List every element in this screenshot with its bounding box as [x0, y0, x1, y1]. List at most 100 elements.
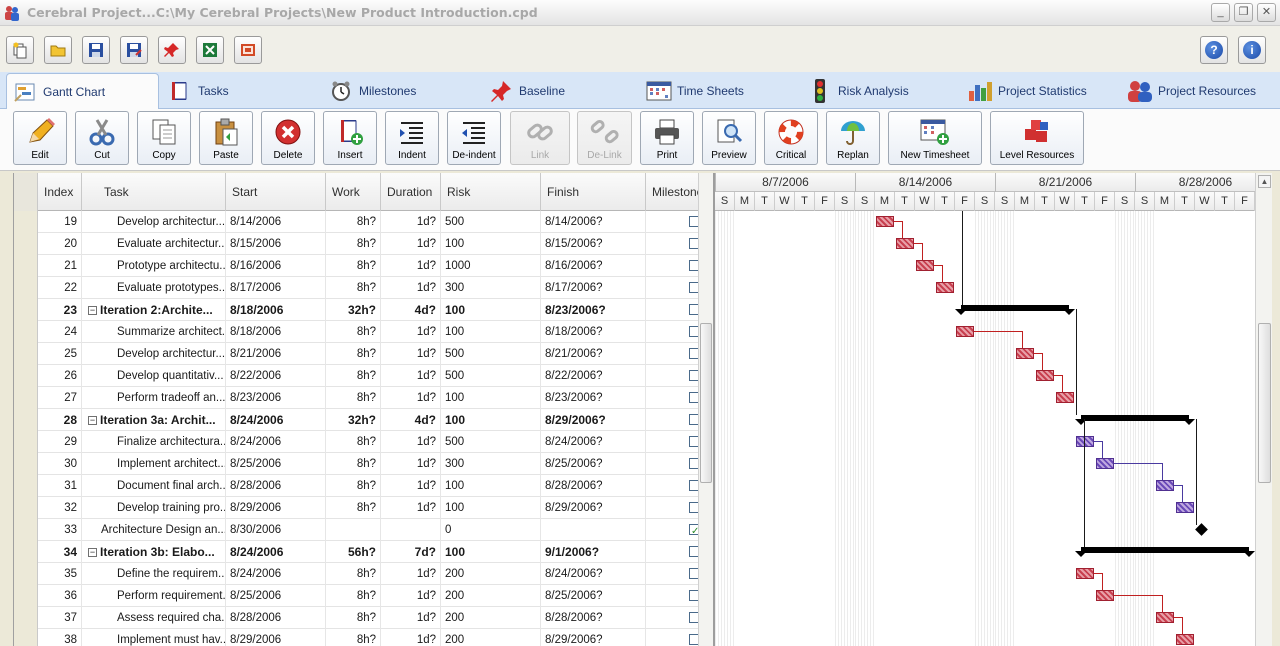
milestone-checkbox[interactable] [689, 568, 698, 579]
milestone-checkbox[interactable] [689, 282, 698, 293]
row-selector[interactable] [14, 321, 38, 343]
row-selector[interactable] [14, 607, 38, 629]
column-header-index[interactable]: Index [38, 173, 82, 211]
tab-project-statistics[interactable]: Project Statistics [966, 74, 1087, 108]
row-selector[interactable] [14, 255, 38, 277]
milestone-checkbox[interactable] [689, 458, 698, 469]
milestone-checkbox[interactable] [689, 480, 698, 491]
task-row[interactable]: 21 Prototype architectu... 8/16/2006 8h? 1d?… [14, 255, 698, 277]
close-button[interactable]: ✕ [1257, 3, 1276, 22]
row-selector[interactable] [14, 497, 38, 519]
link-button[interactable]: Link [510, 111, 570, 165]
export-excel-button[interactable] [196, 36, 224, 64]
tab-project-resources[interactable]: Project Resources [1126, 74, 1256, 108]
de-indent-button[interactable]: De-indent [447, 111, 501, 165]
delete-button[interactable]: Delete [261, 111, 315, 165]
task-row[interactable]: 30 Implement architect... 8/25/2006 8h? 1d? 3… [14, 453, 698, 475]
task-row[interactable]: 29 Finalize architectura... 8/24/2006 8h? 1d… [14, 431, 698, 453]
tab-gantt-chart[interactable]: Gantt Chart [6, 73, 159, 109]
new-timesheet-button[interactable]: New Timesheet [888, 111, 982, 165]
preview-button[interactable]: Preview [702, 111, 756, 165]
milestone-checkbox[interactable] [689, 634, 698, 645]
milestone-checkbox[interactable] [689, 546, 698, 557]
column-header-milestone[interactable]: Milestone [646, 173, 698, 211]
row-selector[interactable] [14, 277, 38, 299]
summary-task-row[interactable]: 28− Iteration 3a: Archit... 8/24/2006 32h? 4… [14, 409, 698, 431]
edit-button[interactable]: Edit [13, 111, 67, 165]
row-selector[interactable] [14, 453, 38, 475]
milestone-checkbox[interactable] [689, 326, 698, 337]
task-row[interactable]: 26 Develop quantitativ... 8/22/2006 8h? 1d? 5… [14, 365, 698, 387]
task-row[interactable]: 31 Document final arch... 8/28/2006 8h? 1d? 1… [14, 475, 698, 497]
pin-button[interactable] [158, 36, 186, 64]
help-button[interactable]: ? [1200, 36, 1228, 64]
gantt-scroll-thumb[interactable] [1258, 323, 1271, 483]
copy-button[interactable]: Copy [137, 111, 191, 165]
milestone-checkbox[interactable] [689, 590, 698, 601]
row-selector[interactable] [14, 233, 38, 255]
task-row[interactable]: 38 Implement must hav... 8/29/2006 8h? 1d? 20… [14, 629, 698, 646]
grid-vertical-scrollbar[interactable] [698, 173, 713, 646]
open-project-button[interactable] [44, 36, 72, 64]
row-selector[interactable] [14, 563, 38, 585]
de-link-button[interactable]: De-Link [577, 111, 632, 165]
tab-baseline[interactable]: Baseline [487, 74, 565, 108]
milestone-checkbox[interactable] [689, 348, 698, 359]
tab-tasks[interactable]: Tasks [166, 74, 229, 108]
task-row[interactable]: 36 Perform requirement... 8/25/2006 8h? 1d? 2… [14, 585, 698, 607]
task-bar[interactable] [1096, 590, 1114, 601]
task-bar[interactable] [876, 216, 894, 227]
column-header-finish[interactable]: Finish [541, 173, 646, 211]
milestone-checkbox[interactable] [689, 612, 698, 623]
task-bar[interactable] [1096, 458, 1114, 469]
paste-button[interactable]: Paste [199, 111, 253, 165]
milestone-checkbox[interactable] [689, 502, 698, 513]
save-button[interactable] [82, 36, 110, 64]
gantt-vertical-scrollbar[interactable]: ▲ [1255, 173, 1272, 646]
milestone-checkbox[interactable] [689, 436, 698, 447]
summary-task-row[interactable]: 34− Iteration 3b: Elabo... 8/24/2006 56h? 7d… [14, 541, 698, 563]
row-selector[interactable] [14, 585, 38, 607]
task-bar[interactable] [1036, 370, 1054, 381]
milestone-checkbox[interactable] [689, 392, 698, 403]
task-row[interactable]: 37 Assess required cha... 8/28/2006 8h? 1d? 2… [14, 607, 698, 629]
row-selector[interactable] [14, 541, 38, 563]
column-header-start[interactable]: Start [226, 173, 326, 211]
task-row[interactable]: 25 Develop architectur... 8/21/2006 8h? 1d? 5… [14, 343, 698, 365]
task-bar[interactable] [916, 260, 934, 271]
scroll-up-arrow-icon[interactable]: ▲ [1258, 175, 1271, 188]
collapse-toggle-icon[interactable]: − [88, 548, 97, 558]
task-bar[interactable] [1176, 634, 1194, 645]
task-row[interactable]: 35 Define the requirem... 8/24/2006 8h? 1d? 2… [14, 563, 698, 585]
task-bar[interactable] [1156, 612, 1174, 623]
collapse-toggle-icon[interactable]: − [88, 416, 97, 426]
row-selector[interactable] [14, 629, 38, 646]
about-button[interactable]: i [1238, 36, 1266, 64]
milestone-checkbox[interactable] [689, 238, 698, 249]
cut-button[interactable]: Cut [75, 111, 129, 165]
column-header-work[interactable]: Work [326, 173, 381, 211]
task-row[interactable]: 27 Perform tradeoff an... 8/23/2006 8h? 1d? 1… [14, 387, 698, 409]
milestone-checkbox[interactable] [689, 260, 698, 271]
row-selector[interactable] [14, 343, 38, 365]
summary-bar[interactable] [955, 305, 1075, 315]
row-selector[interactable] [14, 475, 38, 497]
row-selector[interactable] [14, 431, 38, 453]
indent-button[interactable]: Indent [385, 111, 439, 165]
row-selector[interactable] [14, 409, 38, 431]
summary-bar[interactable] [1075, 547, 1255, 557]
tab-milestones[interactable]: Milestones [327, 74, 416, 108]
save-as-button[interactable] [120, 36, 148, 64]
row-selector[interactable] [14, 387, 38, 409]
row-selector[interactable] [14, 299, 38, 321]
export-powerpoint-button[interactable] [234, 36, 262, 64]
critical-button[interactable]: Critical [764, 111, 818, 165]
milestone-row[interactable]: 33 Architecture Design an... 8/30/2006 0 [14, 519, 698, 541]
row-selector[interactable] [14, 519, 38, 541]
tab-time-sheets[interactable]: Time Sheets [645, 74, 744, 108]
task-bar[interactable] [936, 282, 954, 293]
row-selector[interactable] [14, 365, 38, 387]
insert-button[interactable]: Insert [323, 111, 377, 165]
replan-button[interactable]: Replan [826, 111, 880, 165]
task-bar[interactable] [1156, 480, 1174, 491]
